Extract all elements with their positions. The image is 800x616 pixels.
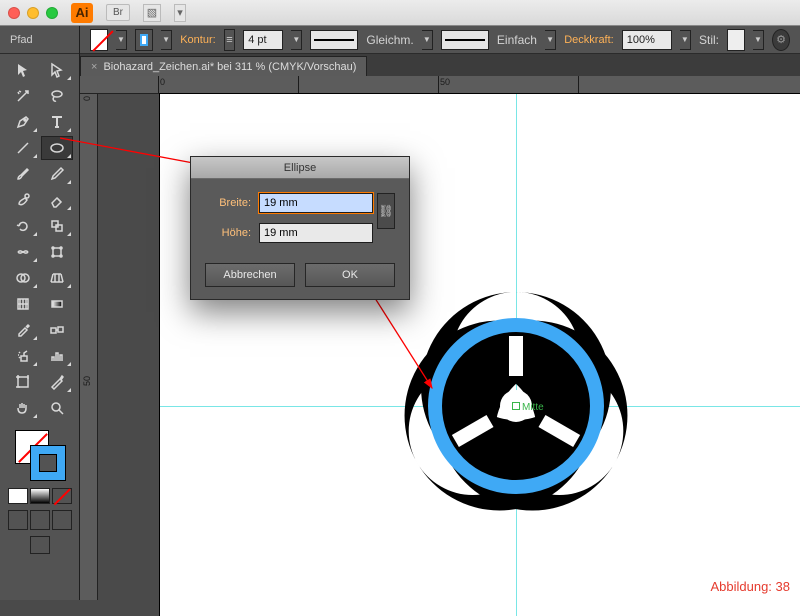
window-minimize-button[interactable] (27, 7, 39, 19)
color-mode-color[interactable] (8, 488, 28, 504)
stroke-label: Kontur: (180, 34, 215, 46)
column-graph-tool[interactable] (41, 344, 73, 368)
document-tab[interactable]: × Biohazard_Zeichen.ai* bei 311 % (CMYK/… (80, 56, 367, 76)
arrange-documents-menu[interactable]: ▾ (174, 4, 186, 22)
pen-tool[interactable] (7, 110, 39, 134)
ruler-v-tick: 50 (82, 376, 92, 386)
stroke-weight-stepper[interactable]: ≡ (224, 29, 236, 51)
draw-modes (0, 510, 79, 530)
screen-modes (0, 536, 79, 554)
document-tab-row: × Biohazard_Zeichen.ai* bei 311 % (CMYK/… (0, 54, 800, 76)
width-input[interactable]: 19 mm (259, 193, 373, 213)
pencil-tool[interactable] (41, 162, 73, 186)
document-tab-title: Biohazard_Zeichen.ai* bei 311 % (CMYK/Vo… (103, 61, 356, 73)
figure-caption: Abbildung: 38 (710, 579, 790, 594)
width-label: Breite: (205, 197, 251, 209)
smart-guide-center-label: Mitte (522, 402, 544, 413)
paintbrush-tool[interactable] (7, 162, 39, 186)
selection-tool[interactable] (7, 58, 39, 82)
line-segment-tool[interactable] (7, 136, 39, 160)
graphic-style-swatch[interactable] (727, 29, 745, 51)
selection-indicator-label: Pfad (0, 26, 79, 54)
stroke-color-menu[interactable]: ▼ (161, 30, 172, 50)
brush-definition[interactable] (441, 30, 489, 50)
brush-menu[interactable]: ▼ (545, 30, 556, 50)
draw-behind[interactable] (30, 510, 50, 530)
arrange-documents-button[interactable]: ▧ (143, 4, 161, 22)
slice-tool[interactable] (41, 370, 73, 394)
control-bar: ▼ ▼ Kontur: ≡ 4 pt ▼ Gleichm. ▼ Einfach … (80, 26, 800, 54)
rotate-tool[interactable] (7, 214, 39, 238)
color-mode-none[interactable] (52, 488, 72, 504)
eyedropper-tool[interactable] (7, 318, 39, 342)
mesh-tool[interactable] (7, 292, 39, 316)
eraser-tool[interactable] (41, 188, 73, 212)
ruler-h-tick: 0 (160, 77, 165, 87)
graphic-style-menu[interactable]: ▼ (753, 30, 764, 50)
cap-label: Gleichm. (366, 33, 413, 47)
window-titlebar: Ai Br ▧ ▾ (0, 0, 800, 26)
fill-color-menu[interactable]: ▼ (116, 30, 127, 50)
smart-guide-center-point (512, 402, 520, 410)
app-badge: Ai (71, 3, 93, 23)
stroke-swatch[interactable] (31, 446, 65, 480)
window-close-button[interactable] (8, 7, 20, 19)
width-tool[interactable] (7, 240, 39, 264)
opacity-menu[interactable]: ▼ (680, 30, 691, 50)
direct-selection-tool[interactable] (41, 58, 73, 82)
magic-wand-tool[interactable] (7, 84, 39, 108)
ruler-v-tick: 0 (82, 96, 92, 101)
constrain-proportions-icon[interactable]: ⛓ (377, 193, 395, 229)
dialog-title[interactable]: Ellipse (191, 157, 409, 179)
blob-brush-tool[interactable] (7, 188, 39, 212)
vertical-ruler[interactable]: 0 50 (80, 94, 98, 600)
bridge-badge[interactable]: Br (106, 4, 130, 21)
draw-normal[interactable] (8, 510, 28, 530)
stroke-color-swatch[interactable] (135, 29, 153, 51)
style-label: Stil: (699, 33, 719, 47)
scale-tool[interactable] (41, 214, 73, 238)
horizontal-ruler[interactable]: 0 50 (80, 76, 800, 94)
close-tab-icon[interactable]: × (91, 61, 97, 73)
screen-mode-button[interactable] (30, 536, 50, 554)
artboard-tool[interactable] (7, 370, 39, 394)
perspective-grid-tool[interactable] (41, 266, 73, 290)
opacity-field[interactable]: 100% (622, 30, 672, 50)
stroke-weight-field[interactable]: 4 pt (243, 30, 283, 50)
height-input[interactable]: 19 mm (259, 223, 373, 243)
ruler-h-tick: 50 (440, 77, 450, 87)
blend-tool[interactable] (41, 318, 73, 342)
stroke-weight-menu[interactable]: ▼ (291, 30, 302, 50)
color-mode-row (0, 488, 79, 504)
lasso-tool[interactable] (41, 84, 73, 108)
variable-width-profile[interactable] (310, 30, 358, 50)
hand-tool[interactable] (7, 396, 39, 420)
window-zoom-button[interactable] (46, 7, 58, 19)
tools-panel: Pfad (0, 26, 80, 600)
height-label: Höhe: (205, 227, 251, 239)
zoom-tool[interactable] (41, 396, 73, 420)
fill-color-swatch[interactable] (90, 29, 108, 51)
opacity-label: Deckkraft: (564, 34, 614, 46)
ellipse-tool[interactable] (41, 136, 73, 160)
panel-options-icon[interactable]: ⚙ (772, 29, 790, 51)
draw-inside[interactable] (52, 510, 72, 530)
shape-builder-tool[interactable] (7, 266, 39, 290)
type-tool[interactable] (41, 110, 73, 134)
ellipse-dialog: Ellipse Breite: 19 mm Höhe: 19 mm ⛓ Abbr… (190, 156, 410, 300)
free-transform-tool[interactable] (41, 240, 73, 264)
symbol-sprayer-tool[interactable] (7, 344, 39, 368)
cap-menu[interactable]: ▼ (422, 30, 433, 50)
profile-label: Einfach (497, 33, 537, 47)
color-mode-gradient[interactable] (30, 488, 50, 504)
gradient-tool[interactable] (41, 292, 73, 316)
fill-stroke-indicator[interactable] (15, 430, 65, 480)
ok-button[interactable]: OK (305, 263, 395, 287)
cancel-button[interactable]: Abbrechen (205, 263, 295, 287)
